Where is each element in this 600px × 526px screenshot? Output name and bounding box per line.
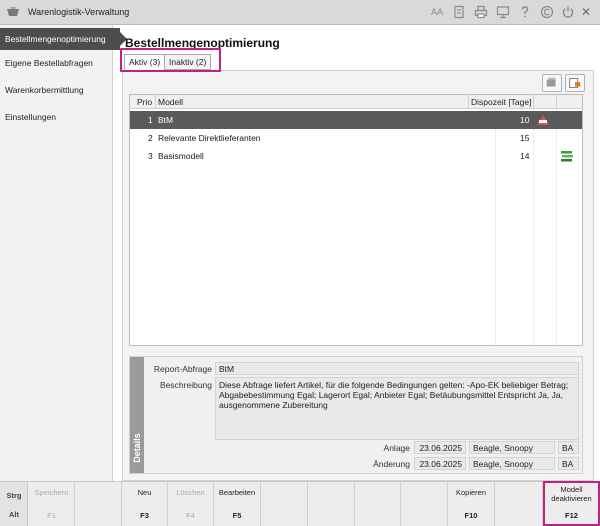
tab-highlight-frame <box>120 48 221 72</box>
copyright-icon[interactable] <box>540 5 554 19</box>
stack-green-icon <box>561 151 573 162</box>
text-size-icon[interactable]: AA <box>430 5 444 19</box>
row-days: 14 <box>520 151 530 161</box>
sidebar-item-eigene-bestellabfragen[interactable]: Eigene Bestellabfragen <box>0 52 113 74</box>
description-label: Beschreibung <box>160 380 212 390</box>
row-model: Relevante Direktlieferanten <box>158 133 261 143</box>
monitor-icon[interactable] <box>496 5 510 19</box>
help-icon[interactable] <box>518 5 532 19</box>
table-header: Prio Modell Dispozeit [Tage] <box>130 95 582 109</box>
fkey-empty-8[interactable] <box>355 482 401 526</box>
fkey-empty-7[interactable] <box>308 482 355 526</box>
fkey-speichern[interactable]: Speichern F1 <box>29 482 75 526</box>
fkey-bearbeiten[interactable]: Bearbeiten F5 <box>214 482 261 526</box>
details-panel: Details Report-Abfrage BtM Beschreibung … <box>129 356 583 474</box>
row-days: 15 <box>520 133 530 143</box>
row-model: BtM <box>158 115 174 125</box>
btm-warning-icon <box>537 115 549 125</box>
sidebar: Bestellmengenoptimierung Eigene Bestella… <box>0 25 127 481</box>
changed-label: Änderung <box>373 459 410 469</box>
modifier-alt[interactable]: Alt <box>0 510 28 519</box>
created-code: BA <box>558 441 579 454</box>
title-bar: Warenlogistik-Verwaltung AA ✕ <box>0 0 600 25</box>
row-prio: 2 <box>148 133 153 143</box>
description-field: Diese Abfrage liefert Artikel, für die f… <box>215 377 579 440</box>
window-title: Warenlogistik-Verwaltung <box>28 7 130 17</box>
fkey-empty-11[interactable] <box>495 482 543 526</box>
row-days: 10 <box>520 115 530 125</box>
column-header-modell[interactable]: Modell <box>158 97 183 107</box>
report-field: BtM <box>215 362 579 375</box>
sidebar-item-einstellungen[interactable]: Einstellungen <box>0 106 113 128</box>
f12-highlight-frame <box>543 481 600 526</box>
function-key-bar: Strg Alt Speichern F1 Neu F3 Löschen F4 … <box>0 481 600 526</box>
toolbar-print-button[interactable] <box>565 74 585 92</box>
power-icon[interactable] <box>561 5 575 19</box>
changed-code: BA <box>558 457 579 470</box>
sidebar-item-bestellmengenoptimierung[interactable]: Bestellmengenoptimierung <box>0 28 127 50</box>
fkey-empty-6[interactable] <box>261 482 308 526</box>
sidebar-item-warenkorbermittlung[interactable]: Warenkorbermittlung <box>0 79 113 101</box>
fkey-neu[interactable]: Neu F3 <box>122 482 168 526</box>
fkey-kopieren[interactable]: Kopieren F10 <box>448 482 495 526</box>
modifier-keys: Strg Alt <box>0 482 28 526</box>
print-icon[interactable] <box>474 5 488 19</box>
created-label: Anlage <box>383 443 410 453</box>
table-row[interactable]: 3 Basismodell 14 <box>130 147 582 165</box>
row-model: Basismodell <box>158 151 204 161</box>
report-label: Report-Abfrage <box>153 364 212 374</box>
export-icon <box>546 77 556 87</box>
details-strip-label: Details <box>132 433 142 463</box>
toolbar-export-button[interactable] <box>542 74 562 92</box>
column-header-dispozeit[interactable]: Dispozeit [Tage] <box>471 97 531 107</box>
modifier-strg[interactable]: Strg <box>0 491 28 500</box>
created-user: Beagle, Snoopy <box>469 441 555 454</box>
print-preview-icon <box>569 78 581 88</box>
document-icon[interactable] <box>452 5 466 19</box>
model-table: Prio Modell Dispozeit [Tage] 1 BtM 10 2 … <box>129 94 583 346</box>
fkey-empty-2[interactable] <box>75 482 122 526</box>
column-header-prio[interactable]: Prio <box>137 97 152 107</box>
details-strip[interactable]: Details <box>130 357 144 473</box>
close-icon[interactable]: ✕ <box>579 5 593 19</box>
created-date: 23.06.2025 <box>414 441 466 454</box>
table-row[interactable]: 2 Relevante Direktlieferanten 15 <box>130 129 582 147</box>
fkey-empty-9[interactable] <box>401 482 448 526</box>
changed-date: 23.06.2025 <box>414 457 466 470</box>
row-prio: 1 <box>148 115 153 125</box>
app-logo-icon <box>7 7 19 16</box>
table-row[interactable]: 1 BtM 10 <box>130 111 582 129</box>
changed-user: Beagle, Snoopy <box>469 457 555 470</box>
fkey-loeschen[interactable]: Löschen F4 <box>168 482 214 526</box>
row-prio: 3 <box>148 151 153 161</box>
